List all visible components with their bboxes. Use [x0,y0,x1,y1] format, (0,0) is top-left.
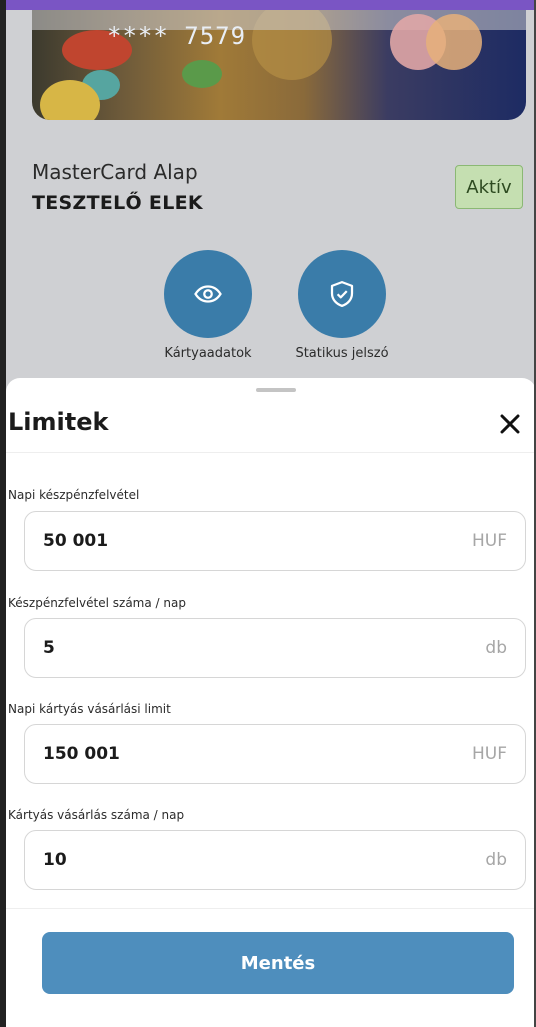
screen-edge [0,0,6,1027]
field-unit: HUF [471,744,507,764]
header-divider [6,452,536,453]
field-unit: db [485,638,507,658]
card-image[interactable]: **** 7579 [32,0,526,120]
app-screen: **** 7579 MasterCard Alap TESZTELŐ ELEK … [0,0,536,1027]
field-unit: HUF [471,531,507,551]
field-value: 50 001 [43,531,109,551]
field-value: 5 [43,638,55,658]
cash-withdrawal-count-input[interactable]: 5 db [24,618,526,678]
field-value: 10 [43,850,67,870]
card-art-shape [182,60,222,88]
sheet-title: Limitek [8,408,109,436]
field-value: 150 001 [43,744,120,764]
daily-purchase-limit-input[interactable]: 150 001 HUF [24,724,526,784]
close-button[interactable] [494,408,526,440]
daily-cash-withdrawal-input[interactable]: 50 001 HUF [24,511,526,571]
footer-divider [6,908,536,909]
card-details-label: Kártyaadatok [164,346,252,361]
field-label-daily-cash: Napi készpénzfelvétel [8,488,140,502]
field-label-purchase-count: Kártyás vásárlás száma / nap [8,808,185,822]
field-unit: db [485,850,507,870]
close-icon [500,414,520,434]
card-holder-name: TESZTELŐ ELEK [32,192,203,214]
shield-check-icon [330,281,354,307]
sheet-drag-handle[interactable] [256,388,296,392]
save-button[interactable]: Mentés [42,932,514,994]
static-password-button[interactable] [298,250,386,338]
field-label-daily-purchase: Napi kártyás vásárlási limit [8,702,171,716]
mastercard-logo-orange [426,14,482,70]
card-product-name: MasterCard Alap [32,160,198,184]
card-number: **** 7579 [107,22,247,50]
purchase-count-input[interactable]: 10 db [24,830,526,890]
status-badge: Aktív [455,165,523,209]
eye-icon [194,285,222,303]
static-password-label: Statikus jelszó [295,346,389,361]
card-details-button[interactable] [164,250,252,338]
field-label-cash-count: Készpénzfelvétel száma / nap [8,596,186,610]
status-strip [0,0,536,10]
limits-bottom-sheet: Limitek Napi készpénzfelvétel 50 001 HUF… [6,378,536,1027]
